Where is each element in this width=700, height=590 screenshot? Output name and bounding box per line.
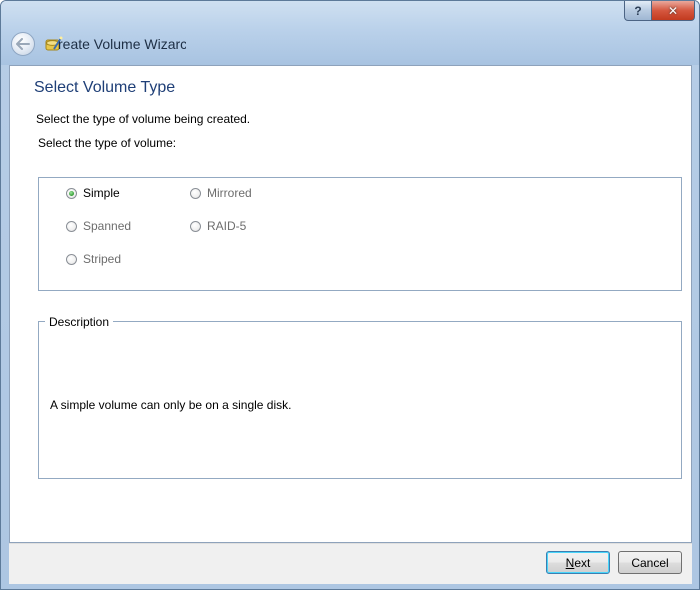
instruction-text: Select the type of volume being created. bbox=[36, 112, 251, 126]
radio-label: Striped bbox=[83, 252, 122, 266]
volume-type-prompt: Select the type of volume: bbox=[38, 136, 177, 150]
volume-type-group: Simple Spanned Striped Mirrored RAID-5 bbox=[38, 177, 682, 291]
radio-label: Simple bbox=[83, 186, 120, 200]
title-bar: ? ✕ reate Volume Wizarc bbox=[1, 1, 699, 65]
wizard-title: reate Volume Wizarc bbox=[58, 36, 186, 52]
radio-unchecked-icon bbox=[66, 253, 77, 265]
cancel-button[interactable]: Cancel bbox=[618, 551, 682, 574]
wizard-content: Select Volume Type Select the type of vo… bbox=[9, 65, 692, 543]
radio-mirrored[interactable]: Mirrored bbox=[190, 185, 252, 201]
radio-striped[interactable]: Striped bbox=[66, 251, 121, 267]
next-button[interactable]: Next bbox=[546, 551, 610, 574]
button-bar: Next Cancel bbox=[9, 543, 692, 584]
description-group: Description A simple volume can only be … bbox=[38, 315, 682, 479]
wizard-window: ? ✕ reate Volume Wizarc Select Volume Ty… bbox=[0, 0, 700, 590]
radio-unchecked-icon bbox=[66, 220, 77, 232]
radio-unchecked-icon bbox=[190, 187, 201, 199]
radio-checked-icon bbox=[66, 187, 77, 199]
close-button[interactable]: ✕ bbox=[652, 1, 695, 21]
next-label-rest: ext bbox=[574, 555, 591, 570]
description-legend: Description bbox=[45, 315, 114, 329]
back-button[interactable] bbox=[11, 32, 35, 56]
help-icon: ? bbox=[634, 3, 642, 18]
description-text: A simple volume can only be on a single … bbox=[50, 398, 292, 412]
next-mnemonic: N bbox=[565, 555, 575, 570]
radio-label: RAID-5 bbox=[207, 219, 247, 233]
close-icon: ✕ bbox=[667, 3, 679, 18]
radio-label: Mirrored bbox=[207, 186, 252, 200]
radio-unchecked-icon bbox=[190, 220, 201, 232]
radio-label: Spanned bbox=[83, 219, 132, 233]
back-arrow-icon bbox=[16, 38, 30, 50]
radio-raid5[interactable]: RAID-5 bbox=[190, 218, 246, 234]
radio-spanned[interactable]: Spanned bbox=[66, 218, 131, 234]
help-button[interactable]: ? bbox=[624, 1, 652, 21]
window-controls: ? ✕ bbox=[624, 1, 695, 21]
page-title: Select Volume Type bbox=[34, 79, 176, 96]
radio-simple[interactable]: Simple bbox=[66, 185, 120, 201]
